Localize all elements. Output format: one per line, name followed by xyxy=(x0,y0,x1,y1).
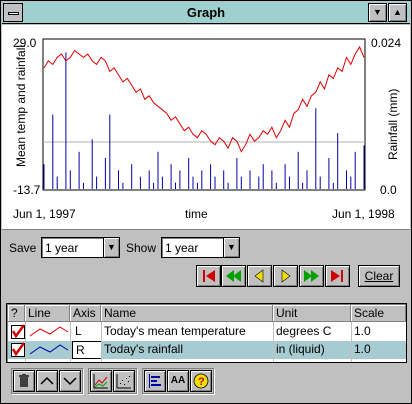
fast-forward-button[interactable] xyxy=(299,265,324,287)
maximize-button[interactable]: ▲ xyxy=(388,3,407,22)
axis-settings-icon xyxy=(149,374,161,388)
edit-toolbar-group xyxy=(11,368,83,394)
right-axis-min-label: 0.0 xyxy=(380,183,397,197)
name-cell[interactable]: Today's mean temperature xyxy=(101,323,273,341)
scatter-graph-icon xyxy=(116,374,131,389)
axis-cell[interactable]: R xyxy=(72,341,102,359)
plot-area xyxy=(42,38,366,191)
show-period-select[interactable]: 1 year ▼ xyxy=(161,237,240,258)
line-sample-icon xyxy=(29,326,69,337)
go-first-button[interactable] xyxy=(196,265,221,287)
x-axis-start-label: Jun 1, 1997 xyxy=(13,207,76,221)
graph-type-toolbar-group xyxy=(88,368,137,394)
rewind-button[interactable] xyxy=(221,265,246,287)
x-axis-end-label: Jun 1, 1998 xyxy=(332,207,395,221)
chevron-down-icon[interactable]: ▼ xyxy=(223,238,239,257)
chart-panel: 29.0 -13.7 0.024 0.0 Mean temp and rainf… xyxy=(2,25,410,230)
rewind-icon xyxy=(226,270,241,282)
right-axis-title: Rainfall (mm) xyxy=(386,89,400,160)
unit-cell[interactable]: degrees C xyxy=(273,323,351,341)
help-icon: ? xyxy=(193,373,209,389)
line-graph-button[interactable] xyxy=(90,370,112,392)
series-visible-checkbox[interactable] xyxy=(11,324,25,339)
help-button[interactable]: ? xyxy=(190,370,212,392)
move-down-button[interactable] xyxy=(59,370,81,392)
left-axis-min-label: -13.7 xyxy=(13,183,41,197)
minimize-button[interactable]: ▼ xyxy=(368,3,387,22)
save-period-value: 1 year xyxy=(45,241,79,255)
go-last-button[interactable] xyxy=(325,265,350,287)
column-header-check[interactable]: ? xyxy=(8,305,25,322)
scatter-graph-button[interactable] xyxy=(113,370,135,392)
skip-first-icon xyxy=(203,270,215,282)
show-period-value: 1 year xyxy=(165,241,199,255)
font-settings-button[interactable]: AA xyxy=(167,370,189,392)
name-cell[interactable]: Today's rainfall xyxy=(101,341,273,359)
chevron-down-icon xyxy=(63,377,77,386)
unit-cell[interactable]: in (liquid) xyxy=(273,341,351,359)
step-forward-icon xyxy=(281,269,291,283)
table-row[interactable]: L Today's mean temperature degrees C 1.0 xyxy=(8,323,406,341)
column-header-line[interactable]: Line xyxy=(25,305,70,322)
delete-button[interactable] xyxy=(13,370,35,392)
column-header-unit[interactable]: Unit xyxy=(273,305,351,322)
step-back-icon xyxy=(254,269,264,283)
table-row[interactable]: R Today's rainfall in (liquid) 1.0 xyxy=(8,341,406,359)
step-back-button[interactable] xyxy=(247,265,272,287)
right-axis-max-label: 0.024 xyxy=(371,36,401,50)
scale-cell[interactable]: 1.0 xyxy=(351,341,406,359)
column-header-name[interactable]: Name xyxy=(101,305,273,322)
save-period-select[interactable]: 1 year ▼ xyxy=(41,237,120,258)
fast-forward-icon xyxy=(304,270,319,282)
column-header-scale[interactable]: Scale xyxy=(351,305,406,322)
save-label: Save xyxy=(9,241,37,255)
series-table: ? Line Axis Name Unit Scale L Today's me… xyxy=(6,303,407,363)
left-axis-title: Mean temp and rainfall xyxy=(14,45,28,167)
line-sample-icon xyxy=(29,344,69,355)
column-header-axis[interactable]: Axis xyxy=(70,305,101,322)
move-up-button[interactable] xyxy=(36,370,58,392)
skip-last-icon xyxy=(331,270,343,282)
axis-cell[interactable]: L xyxy=(72,323,102,341)
trash-icon xyxy=(19,374,29,387)
graph-window: Graph ▼ ▲ 29.0 -13.7 0.024 0.0 Mean temp… xyxy=(0,0,412,404)
window-title: Graph xyxy=(186,5,226,20)
clear-button[interactable]: Clear xyxy=(358,265,400,287)
scale-cell[interactable]: 1.0 xyxy=(351,323,406,341)
step-forward-button[interactable] xyxy=(273,265,298,287)
chart: 29.0 -13.7 0.024 0.0 Mean temp and rainf… xyxy=(13,36,401,221)
line-graph-icon xyxy=(93,374,108,389)
chevron-up-icon xyxy=(40,376,54,385)
x-axis-title: time xyxy=(185,207,208,221)
checkmark-icon xyxy=(11,324,25,338)
show-label: Show xyxy=(126,241,157,255)
svg-text:?: ? xyxy=(198,376,205,388)
options-toolbar-group: AA ? xyxy=(142,368,214,394)
axis-settings-button[interactable] xyxy=(144,370,166,392)
title-bar[interactable]: Graph ▼ ▲ xyxy=(2,2,410,24)
series-visible-checkbox[interactable] xyxy=(11,342,25,357)
checkmark-icon xyxy=(11,342,25,356)
chevron-down-icon[interactable]: ▼ xyxy=(103,238,119,257)
